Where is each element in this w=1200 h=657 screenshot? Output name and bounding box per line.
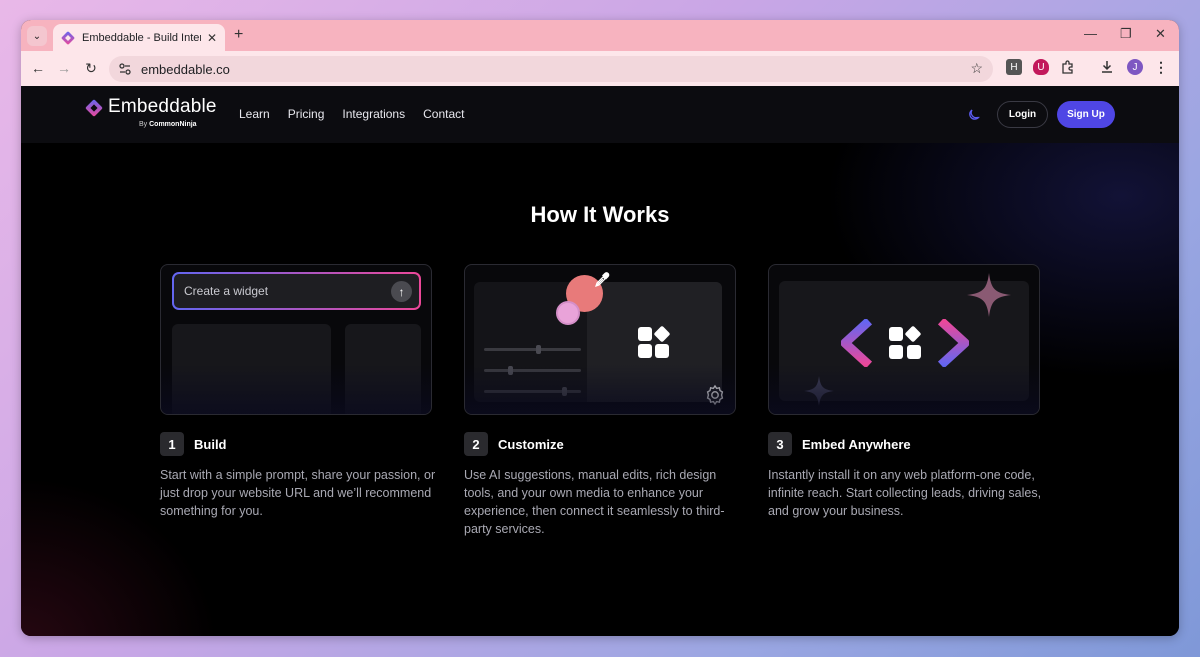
embeddable-favicon-icon (61, 31, 75, 44)
browser-window: ⌄ Embeddable - Build Interactive ✕ + — ❐… (21, 20, 1179, 636)
site-settings-icon[interactable] (118, 62, 132, 76)
logo-byline: By CommonNinja (139, 121, 197, 128)
signup-button[interactable]: Sign Up (1057, 101, 1115, 128)
customize-illustration-card (464, 264, 736, 415)
logo-by-prefix: By (139, 121, 148, 128)
widget-grid-icon (638, 326, 670, 358)
bookmark-star-icon[interactable]: ☆ (970, 60, 983, 77)
minimize-icon[interactable]: — (1084, 26, 1097, 41)
browser-tab[interactable]: Embeddable - Build Interactive ✕ (53, 24, 225, 51)
card-fade (161, 364, 431, 414)
step-title: Build (194, 436, 227, 452)
reload-icon[interactable]: ↻ (82, 60, 100, 77)
step-number: 3 (768, 432, 792, 456)
tab-search-button[interactable]: ⌄ (27, 26, 47, 46)
nav-contact[interactable]: Contact (423, 107, 464, 121)
new-tab-button[interactable]: + (234, 26, 243, 44)
send-arrow-icon[interactable]: ↑ (391, 281, 412, 302)
color-swatch-small (556, 301, 580, 325)
tab-title: Embeddable - Build Interactive (82, 31, 201, 44)
embed-illustration-card (768, 264, 1040, 415)
moon-icon[interactable] (968, 107, 982, 121)
login-button[interactable]: Login (997, 101, 1048, 128)
embed-code-icon (841, 319, 969, 367)
card-fade (465, 364, 735, 414)
site-header: Embeddable By CommonNinja Learn Pricing … (21, 86, 1179, 143)
step-description: Use AI suggestions, manual edits, rich d… (464, 468, 725, 536)
profile-avatar[interactable]: J (1127, 59, 1143, 75)
page-content: Embeddable By CommonNinja Learn Pricing … (21, 86, 1179, 636)
step-description: Instantly install it on any web platform… (768, 468, 1042, 518)
embeddable-logo-icon (85, 99, 103, 117)
create-widget-prompt[interactable]: Create a widget ↑ (172, 272, 421, 310)
step-customize: 2 Customize (464, 432, 564, 456)
url-text: embeddable.co (141, 61, 230, 77)
step-embed-anywhere: 3 Embed Anywhere (768, 432, 911, 456)
back-icon[interactable]: ← (29, 60, 47, 76)
logo-text: Embeddable (108, 96, 217, 117)
tab-strip: ⌄ Embeddable - Build Interactive ✕ + — ❐… (21, 20, 1179, 51)
step-title: Embed Anywhere (802, 436, 911, 452)
build-illustration-card: Create a widget ↑ (160, 264, 432, 415)
address-bar[interactable]: embeddable.co ☆ (109, 56, 993, 82)
eyedropper-icon (595, 272, 610, 287)
section-title: How It Works (530, 202, 670, 227)
browser-toolbar: ← → ↻ embeddable.co ☆ H U J ⋮ (21, 51, 1179, 86)
restore-icon[interactable]: ❐ (1120, 26, 1132, 42)
step-number: 2 (464, 432, 488, 456)
step-number: 1 (160, 432, 184, 456)
download-icon[interactable] (1099, 59, 1115, 75)
forward-icon[interactable]: → (55, 60, 73, 76)
main-nav: Learn Pricing Integrations Contact (239, 107, 464, 121)
sparkle-icon (967, 273, 1011, 317)
close-tab-icon[interactable]: ✕ (207, 31, 217, 45)
slider (484, 345, 581, 354)
extension-h-icon[interactable]: H (1006, 59, 1022, 75)
nav-integrations[interactable]: Integrations (342, 107, 405, 121)
step-title: Customize (498, 436, 564, 452)
close-window-icon[interactable]: ✕ (1155, 26, 1166, 42)
card-fade (769, 364, 1039, 414)
nav-learn[interactable]: Learn (239, 107, 270, 121)
shield-extension-icon[interactable]: U (1033, 59, 1049, 75)
logo-by-brand: CommonNinja (149, 121, 197, 128)
browser-menu-icon[interactable]: ⋮ (1153, 59, 1169, 75)
step-build: 1 Build (160, 432, 227, 456)
extensions-puzzle-icon[interactable] (1060, 59, 1076, 75)
step-description: Start with a simple prompt, share your p… (160, 468, 436, 518)
nav-pricing[interactable]: Pricing (288, 107, 325, 121)
prompt-placeholder: Create a widget (184, 284, 269, 298)
